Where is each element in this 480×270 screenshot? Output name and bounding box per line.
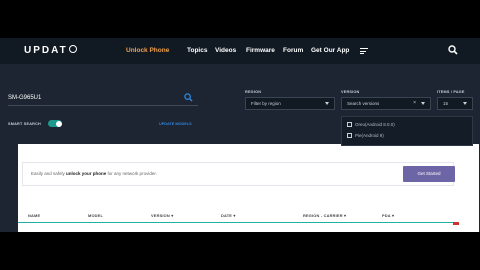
region-select-value: Filter by region bbox=[251, 101, 281, 106]
smart-search-toggle[interactable] bbox=[48, 120, 62, 127]
header-region-carrier[interactable]: REGION - CARRIER ▾ bbox=[303, 213, 346, 218]
hamburger-menu-icon[interactable] bbox=[360, 48, 368, 56]
region-select[interactable]: Filter by region bbox=[245, 97, 335, 110]
header-date[interactable]: DATE ▾ bbox=[221, 213, 236, 218]
nav-unlock-phone[interactable]: Unlock Phone bbox=[126, 47, 169, 54]
get-started-button[interactable]: Get Started bbox=[403, 166, 455, 182]
version-option[interactable]: Oreo(Android 8.0.0) bbox=[347, 122, 395, 127]
top-navbar: UPDAT Unlock Phone Topics Videos Firmwar… bbox=[0, 38, 480, 64]
header-version[interactable]: VERSION ▾ bbox=[151, 213, 173, 218]
update-models-link[interactable]: UPDATE MODELS bbox=[159, 122, 192, 126]
clear-icon[interactable]: × bbox=[413, 98, 416, 109]
model-search-icon[interactable] bbox=[184, 93, 193, 102]
model-search-input[interactable]: SM-G965U1 bbox=[8, 95, 41, 101]
content-panel: Easily and safely unlock your phone for … bbox=[18, 144, 479, 232]
header-model[interactable]: MODEL bbox=[88, 213, 103, 218]
logo[interactable]: UPDAT bbox=[24, 45, 77, 56]
chevron-down-icon bbox=[463, 102, 467, 105]
checkbox-icon[interactable] bbox=[347, 133, 352, 138]
items-per-page-label: ITEMS / PAGE bbox=[437, 90, 465, 94]
region-label: REGION bbox=[245, 90, 262, 94]
unlock-banner: Easily and safely unlock your phone for … bbox=[22, 162, 455, 186]
nav-firmware[interactable]: Firmware bbox=[246, 47, 275, 54]
logo-o-icon bbox=[68, 45, 77, 53]
header-name[interactable]: NAME bbox=[28, 213, 40, 218]
header-pda[interactable]: PDA ▾ bbox=[382, 213, 394, 218]
nav-get-our-app[interactable]: Get Our App bbox=[311, 47, 349, 54]
checkbox-icon[interactable] bbox=[347, 122, 352, 127]
chevron-down-icon bbox=[325, 102, 329, 105]
version-dropdown: Oreo(Android 8.0.0) Pie(Android 9) bbox=[341, 116, 473, 146]
nav-forum[interactable]: Forum bbox=[283, 47, 303, 54]
smart-search-label: SMART SEARCH bbox=[8, 122, 41, 126]
version-label: VERSION bbox=[341, 90, 360, 94]
search-icon[interactable] bbox=[448, 45, 458, 55]
items-per-page-select[interactable]: 15 bbox=[437, 97, 473, 110]
red-indicator bbox=[453, 222, 459, 225]
version-search-input[interactable]: Search versions × bbox=[341, 97, 431, 110]
nav-topics[interactable]: Topics bbox=[187, 47, 207, 54]
chevron-down-icon bbox=[421, 102, 425, 105]
app-window: UPDAT Unlock Phone Topics Videos Firmwar… bbox=[0, 38, 480, 232]
model-input-underline bbox=[8, 105, 198, 106]
version-option[interactable]: Pie(Android 9) bbox=[347, 133, 384, 138]
version-input-placeholder: Search versions bbox=[347, 101, 380, 106]
nav-videos[interactable]: Videos bbox=[215, 47, 236, 54]
banner-text: Easily and safely unlock your phone for … bbox=[31, 171, 157, 176]
table-header-divider bbox=[18, 222, 458, 223]
items-per-page-value: 15 bbox=[443, 101, 449, 106]
